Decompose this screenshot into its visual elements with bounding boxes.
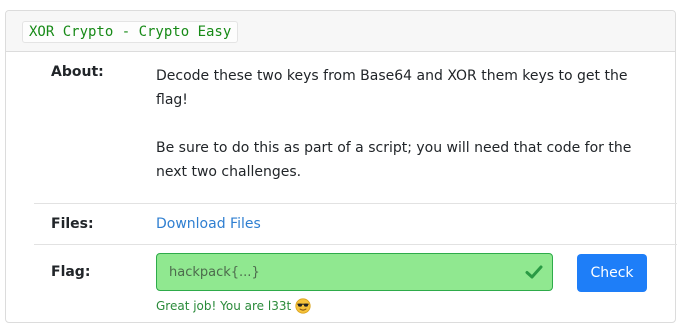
success-feedback: Great job! You are l33t [156,298,311,314]
flag-input[interactable] [156,253,553,291]
about-paragraph-2: Be sure to do this as part of a script; … [156,140,632,180]
download-files-link[interactable]: Download Files [156,216,261,232]
feedback-text: Great job! You are l33t [156,299,292,313]
about-description: Decode these two keys from Base64 and XO… [156,64,651,184]
about-label: About: [51,64,104,80]
challenge-card: XOR Crypto - Crypto Easy About: Decode t… [5,10,677,323]
flag-label: Flag: [51,264,91,280]
section-divider [34,244,677,245]
files-label: Files: [51,216,94,232]
about-paragraph-1: Decode these two keys from Base64 and XO… [156,68,628,108]
checkmark-icon [525,265,543,279]
card-header: XOR Crypto - Crypto Easy [6,11,675,52]
sunglasses-emoji-icon [295,298,311,314]
section-divider [34,203,677,204]
check-button[interactable]: Check [577,254,647,292]
challenge-title: XOR Crypto - Crypto Easy [22,21,239,43]
